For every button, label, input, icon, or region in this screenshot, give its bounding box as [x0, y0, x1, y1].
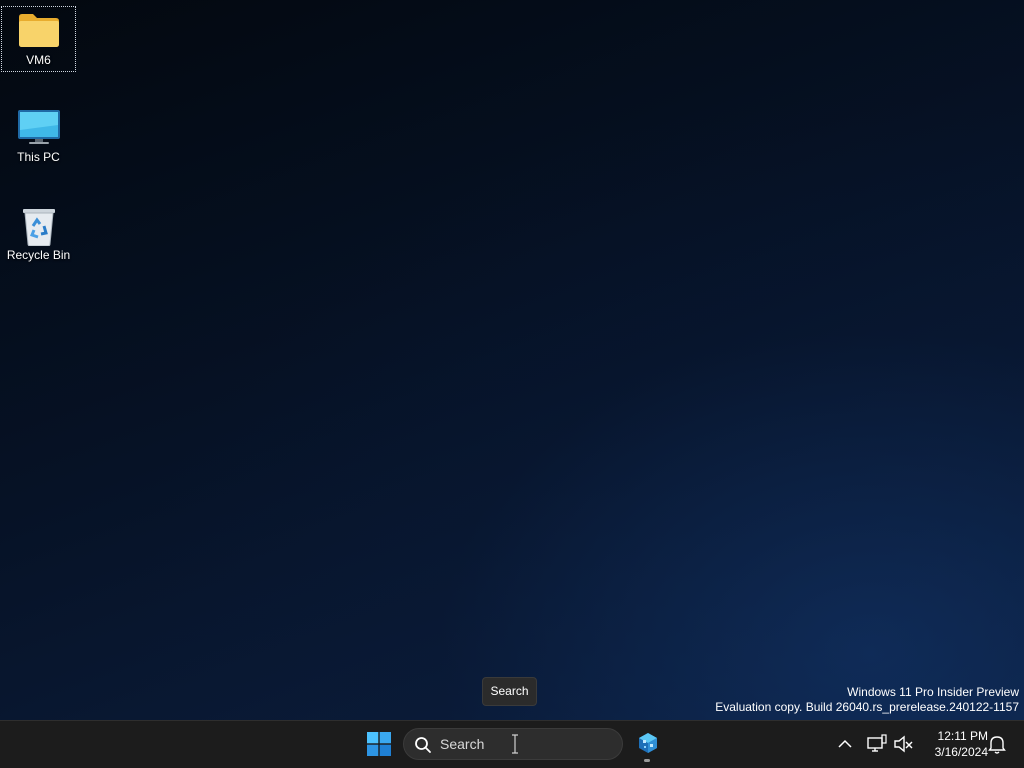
clock[interactable]: 12:11 PM 3/16/2024 [918, 728, 988, 760]
volume-muted-icon [892, 735, 914, 759]
desktop-icon-label: VM6 [26, 53, 51, 67]
desktop-icon-recycle-bin[interactable]: Recycle Bin [1, 202, 76, 268]
notification-bell-icon [986, 736, 1008, 759]
desktop-icon-label: Recycle Bin [6, 248, 71, 262]
watermark-build: Evaluation copy. Build 26040.rs_prerelea… [715, 700, 1019, 714]
network-icon [866, 734, 888, 759]
start-button[interactable] [362, 727, 396, 761]
app-cube-icon [637, 732, 659, 759]
taskbar-search-box[interactable]: Search [403, 728, 623, 760]
monitor-icon [17, 108, 61, 146]
evaluation-watermark: Windows 11 Pro Insider Preview Evaluatio… [715, 685, 1019, 715]
folder-icon [17, 11, 61, 49]
search-icon [414, 736, 432, 754]
watermark-edition: Windows 11 Pro Insider Preview [847, 685, 1019, 699]
clock-date: 3/16/2024 [934, 745, 988, 759]
desktop-icon-label: This PC [17, 150, 60, 164]
chevron-up-icon [834, 739, 856, 759]
network-button[interactable] [866, 733, 888, 755]
text-cursor-icon [510, 734, 520, 754]
taskbar-pinned-app[interactable] [632, 727, 664, 762]
volume-button[interactable] [892, 733, 914, 755]
search-placeholder: Search [440, 736, 485, 752]
recycle-bin-icon [17, 206, 61, 247]
clock-time: 12:11 PM [937, 729, 988, 743]
show-hidden-icons-button[interactable] [834, 733, 856, 755]
notification-center-button[interactable] [986, 733, 1008, 755]
windows-logo-icon [367, 732, 391, 761]
search-tooltip: Search [482, 677, 537, 706]
desktop-icon-this-pc[interactable]: This PC [1, 104, 76, 170]
running-indicator [644, 759, 650, 762]
taskbar: Search 12:11 PM 3/16/2024 [0, 720, 1024, 768]
desktop-icon-vm6[interactable]: VM6 [1, 6, 76, 72]
desktop: VM6 This PC Recycle Bin Windows 11 Pro I… [0, 0, 1024, 720]
